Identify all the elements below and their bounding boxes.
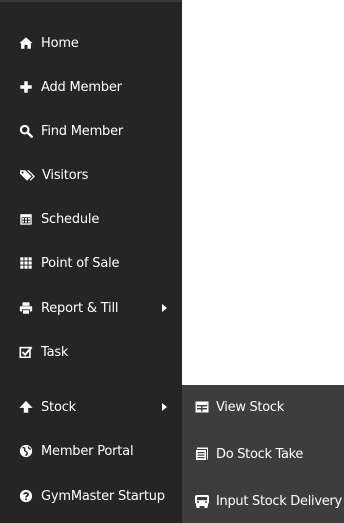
submenu-item-label: View Stock xyxy=(216,399,284,415)
sidebar-item-report-till[interactable]: Report & Till xyxy=(0,286,182,330)
up-arrow-icon xyxy=(19,400,33,414)
calendar-icon xyxy=(19,212,33,226)
plus-icon xyxy=(19,80,33,94)
checkbox-icon xyxy=(19,345,33,359)
sidebar-item-label: Add Member xyxy=(41,79,122,95)
submenu-item-label: Input Stock Delivery xyxy=(216,493,342,509)
sidebar-item-schedule[interactable]: Schedule xyxy=(0,197,182,241)
sidebar-menu: Home Add Member Find Member Visitors Sch… xyxy=(0,0,182,523)
stock-list-icon xyxy=(194,399,210,415)
chevron-right-icon xyxy=(162,304,167,312)
sidebar-item-label: Stock xyxy=(41,399,76,415)
home-icon xyxy=(19,36,33,50)
stock-submenu: View Stock Do Stock Take Input Stock Del… xyxy=(182,385,344,523)
globe-icon xyxy=(19,444,33,458)
sidebar-item-member-portal[interactable]: Member Portal xyxy=(0,429,182,473)
sidebar-item-label: Task xyxy=(41,344,69,360)
search-icon xyxy=(19,124,33,138)
sidebar-item-label: Home xyxy=(41,35,79,51)
question-circle-icon xyxy=(19,489,33,503)
sidebar-item-task[interactable]: Task xyxy=(0,330,182,374)
sidebar-item-gymmaster-startup[interactable]: GymMaster Startup xyxy=(0,474,182,518)
submenu-item-view-stock[interactable]: View Stock xyxy=(182,385,344,429)
sidebar-item-point-of-sale[interactable]: Point of Sale xyxy=(0,241,182,285)
sidebar-item-find-member[interactable]: Find Member xyxy=(0,109,182,153)
sidebar-item-label: GymMaster Startup xyxy=(41,488,165,504)
sidebar-item-label: Report & Till xyxy=(41,300,119,316)
chevron-right-icon xyxy=(162,403,167,411)
sidebar-divider xyxy=(0,0,182,2)
sidebar-item-visitors[interactable]: Visitors xyxy=(0,153,182,197)
tags-icon xyxy=(19,168,36,182)
submenu-item-label: Do Stock Take xyxy=(216,446,304,462)
sidebar-item-add-member[interactable]: Add Member xyxy=(0,65,182,109)
submenu-item-do-stock-take[interactable]: Do Stock Take xyxy=(182,432,344,476)
truck-icon xyxy=(194,493,210,509)
grid-icon xyxy=(19,256,33,270)
sidebar-item-label: Visitors xyxy=(42,167,89,183)
sidebar-item-home[interactable]: Home xyxy=(0,21,182,65)
sidebar-item-label: Schedule xyxy=(41,211,100,227)
sidebar-item-stock[interactable]: Stock xyxy=(0,385,182,429)
clipboard-icon xyxy=(194,446,210,462)
sidebar-item-label: Find Member xyxy=(41,123,124,139)
printer-icon xyxy=(19,301,33,315)
sidebar-item-label: Point of Sale xyxy=(41,255,120,271)
submenu-item-input-stock-delivery[interactable]: Input Stock Delivery xyxy=(182,479,344,523)
sidebar-item-label: Member Portal xyxy=(41,443,134,459)
